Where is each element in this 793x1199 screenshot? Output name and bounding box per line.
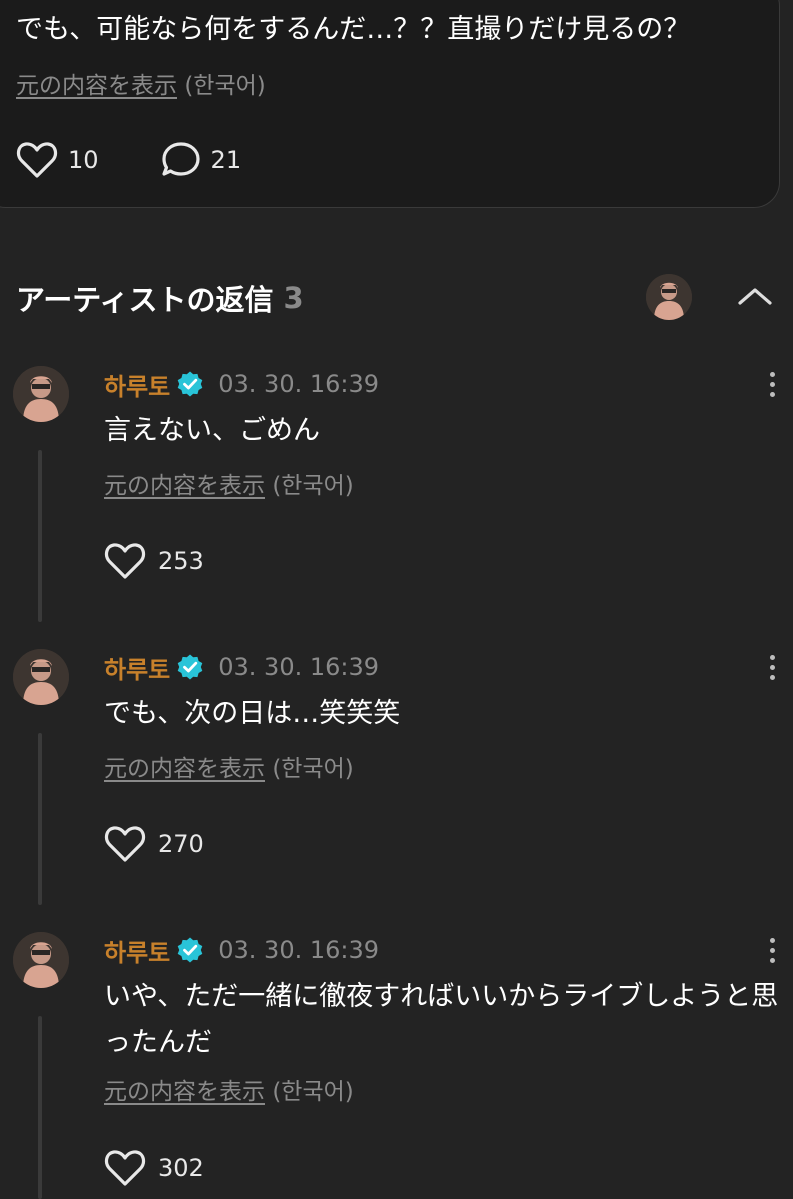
- artist-reply: 하루토 03. 30. 16:39 でも、次の日は…笑笑笑 元の内容を表示 (한…: [0, 649, 793, 909]
- reply-text: いや、ただ一緒に徹夜すればいいからライブしようと思ったんだ: [104, 981, 779, 1058]
- thread-line: [38, 733, 42, 905]
- artist-replies-count: 3: [283, 281, 304, 315]
- reply-like-count: 270: [158, 830, 204, 858]
- original-language: (한국어): [272, 756, 354, 782]
- show-original-link[interactable]: 元の内容を表示: [16, 73, 177, 99]
- avatar[interactable]: [13, 932, 69, 988]
- avatar[interactable]: [13, 649, 69, 705]
- reply-timestamp: 03. 30. 16:39: [218, 653, 380, 681]
- vertical-dots-icon[interactable]: [760, 649, 784, 685]
- avatar-image: [13, 649, 69, 705]
- thread-line: [38, 1016, 42, 1199]
- reply-text: でも、次の日は…笑笑笑: [104, 698, 401, 729]
- reply-timestamp: 03. 30. 16:39: [218, 936, 380, 964]
- show-original-link[interactable]: 元の内容を表示: [104, 756, 265, 782]
- reply-like-count: 302: [158, 1154, 204, 1182]
- author-name[interactable]: 하루토: [104, 933, 170, 968]
- post-like-button[interactable]: 10: [16, 141, 99, 179]
- heart-outline-icon: [16, 142, 58, 178]
- vertical-dots-icon[interactable]: [760, 366, 784, 402]
- collapse-button[interactable]: [730, 276, 780, 316]
- reply-timestamp: 03. 30. 16:39: [218, 370, 380, 398]
- avatar-image: [13, 932, 69, 988]
- post-like-count: 10: [68, 146, 99, 174]
- verified-badge-icon: [176, 653, 204, 681]
- post-comment-button[interactable]: 21: [161, 141, 242, 179]
- artist-reply: 하루토 03. 30. 16:39 いや、ただ一緒に徹夜すればいいからライブしよ…: [0, 932, 793, 1199]
- heart-outline-icon: [104, 826, 146, 862]
- vertical-dots-icon[interactable]: [760, 932, 784, 968]
- artist-replies-header: アーティストの返信 3: [16, 276, 304, 320]
- heart-outline-icon: [104, 543, 146, 579]
- reply-meta: 하루토 03. 30. 16:39: [104, 932, 379, 968]
- author-name[interactable]: 하루토: [104, 367, 170, 402]
- verified-badge-icon: [176, 370, 204, 398]
- post-text: でも、可能なら何をするんだ…？？直撮りだけ見るの？: [16, 14, 691, 45]
- reply-translate-row: 元の内容を表示 (한국어): [104, 1072, 354, 1106]
- reply-meta: 하루토 03. 30. 16:39: [104, 366, 379, 402]
- artist-replies-page: でも、可能なら何をするんだ…？？直撮りだけ見るの？ 元の内容を表示 (한국어) …: [0, 0, 793, 1199]
- post-translate-row: 元の内容を表示 (한국어): [16, 66, 266, 100]
- original-language: (한국어): [184, 73, 266, 99]
- reply-meta: 하루토 03. 30. 16:39: [104, 649, 379, 685]
- avatar[interactable]: [13, 366, 69, 422]
- chevron-up-icon: [738, 288, 772, 305]
- verified-badge-icon: [176, 936, 204, 964]
- artist-replies-title: アーティストの返信: [16, 283, 274, 317]
- post-actions: 10 21: [16, 138, 241, 182]
- artist-avatar-image: [646, 274, 692, 320]
- reply-like-count: 253: [158, 547, 204, 575]
- reply-like-button[interactable]: 302: [104, 1146, 204, 1190]
- original-language: (한국어): [272, 473, 354, 499]
- post-comment-count: 21: [210, 146, 242, 174]
- thread-line: [38, 450, 42, 622]
- artist-reply: 하루토 03. 30. 16:39 言えない、ごめん 元の内容を表示 (한국어)…: [0, 366, 793, 626]
- reply-translate-row: 元の内容を表示 (한국어): [104, 749, 354, 783]
- heart-outline-icon: [104, 1150, 146, 1186]
- avatar-image: [13, 366, 69, 422]
- reply-like-button[interactable]: 253: [104, 539, 204, 583]
- reply-text: 言えない、ごめん: [104, 415, 320, 446]
- show-original-link[interactable]: 元の内容を表示: [104, 1079, 265, 1105]
- original-language: (한국어): [272, 1079, 354, 1105]
- artist-avatar[interactable]: [646, 274, 692, 320]
- reply-translate-row: 元の内容を表示 (한국어): [104, 466, 354, 500]
- author-name[interactable]: 하루토: [104, 650, 170, 685]
- show-original-link[interactable]: 元の内容を表示: [104, 473, 265, 499]
- reply-like-button[interactable]: 270: [104, 822, 204, 866]
- speech-bubble-icon: [161, 142, 200, 176]
